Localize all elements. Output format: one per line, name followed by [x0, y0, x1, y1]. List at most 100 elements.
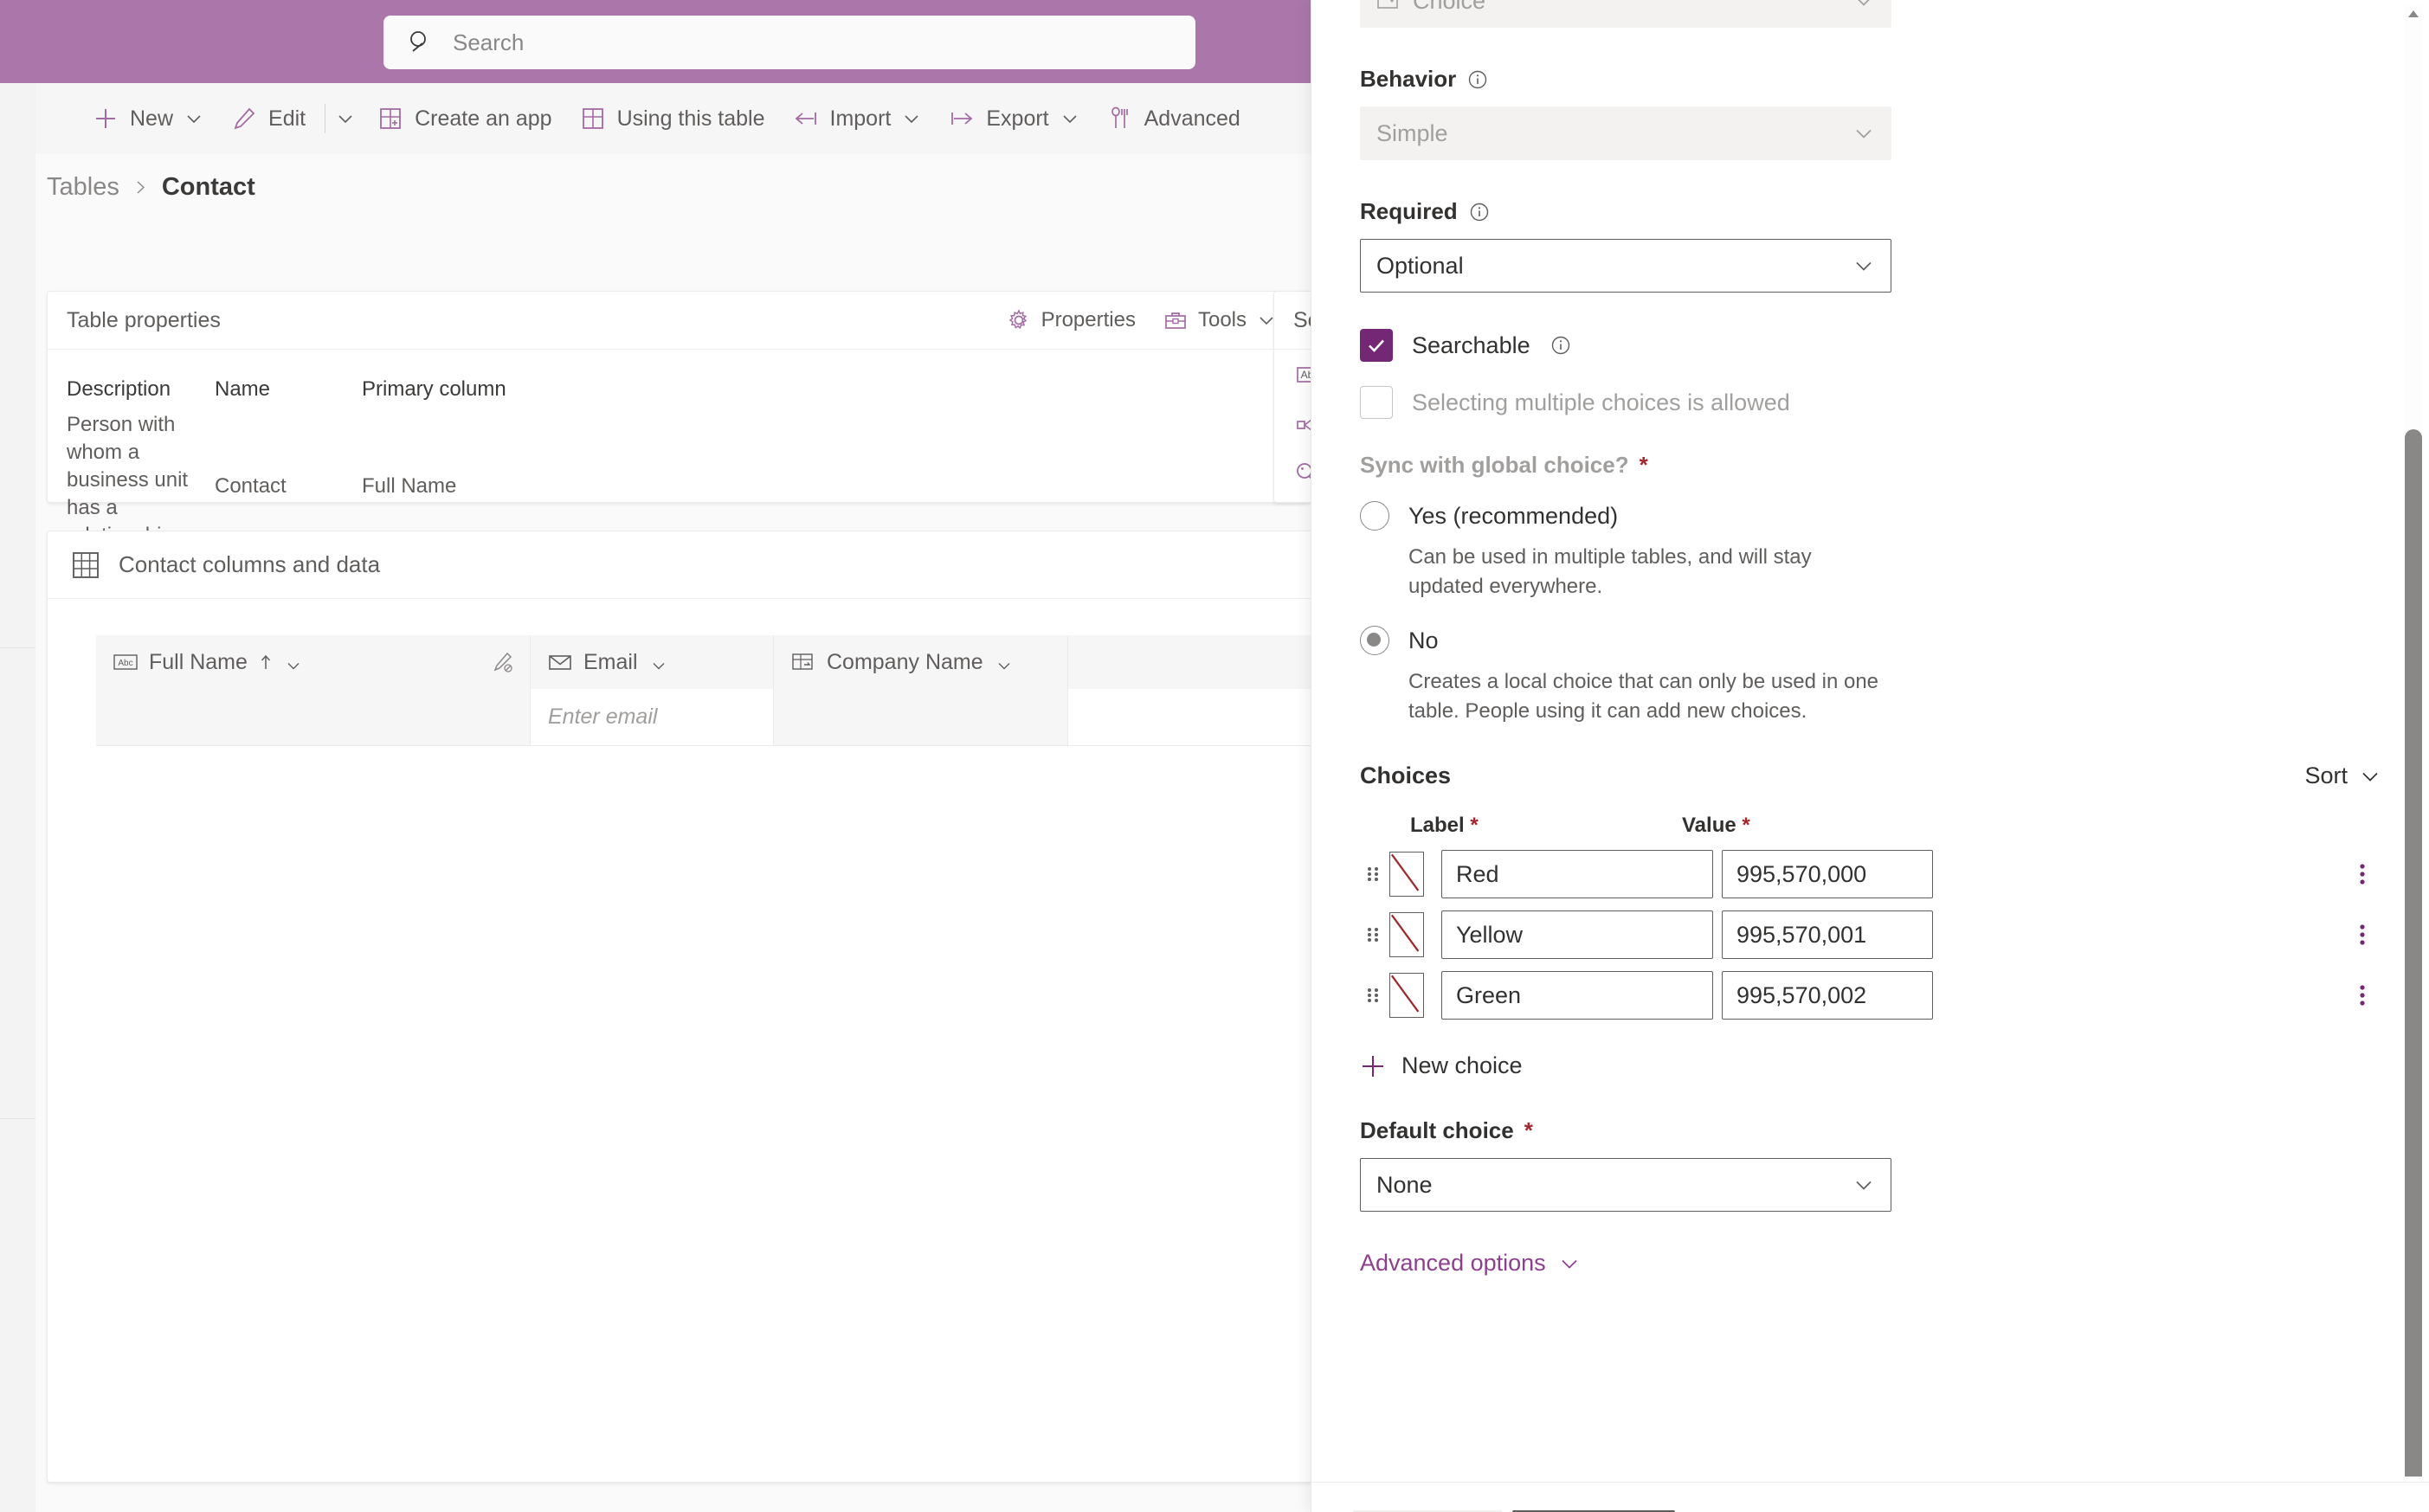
color-swatch-none-icon[interactable]: [1389, 973, 1424, 1019]
choice-more-options-icon[interactable]: [2343, 916, 2381, 954]
sync-global-choice-label: Sync with global choice? *: [1360, 452, 2381, 479]
schema-row-columns[interactable]: Abc: [1274, 350, 1311, 400]
chevron-down-icon: [184, 109, 203, 128]
cell-company-name[interactable]: [774, 689, 1068, 746]
prop-header-description: Description: [67, 377, 171, 401]
column-header-email[interactable]: Email: [531, 635, 774, 689]
rail-divider: [0, 647, 35, 648]
panel-scrollbar[interactable]: [2405, 5, 2422, 1477]
command-using-this-table[interactable]: Using this table: [566, 94, 779, 143]
app-header: Search: [0, 0, 1311, 83]
tools-button[interactable]: Tools: [1151, 299, 1288, 341]
choices-label-header-text: Label: [1410, 814, 1465, 838]
choice-value-input[interactable]: 995,570,001: [1722, 910, 1933, 960]
table-row[interactable]: Enter email: [96, 689, 1311, 746]
cell-email[interactable]: Enter email: [531, 689, 774, 746]
schema-card: Schema Abc: [1273, 291, 1311, 503]
choices-title: Choices: [1360, 762, 1452, 789]
command-advanced[interactable]: Advanced: [1093, 94, 1254, 143]
choice-value-input[interactable]: 995,570,000: [1722, 850, 1933, 899]
column-header-full-name[interactable]: Abc Full Name: [96, 635, 531, 689]
sort-button[interactable]: Sort: [2304, 762, 2381, 789]
data-type-select[interactable]: Choice: [1360, 0, 1891, 28]
table-properties-card: Table properties Properties Tools Name P…: [47, 291, 1308, 692]
choice-dropdown-icon: [1376, 0, 1401, 12]
info-icon[interactable]: [1550, 334, 1572, 357]
relationships-icon: [1295, 410, 1311, 440]
app-grid-icon: [377, 106, 403, 132]
left-nav-rail[interactable]: [0, 83, 35, 1512]
column-header-extra[interactable]: [1068, 635, 1311, 689]
tools-advanced-icon: [1107, 106, 1133, 132]
plus-icon: [1360, 1053, 1386, 1079]
command-label: New: [130, 106, 174, 131]
chevron-down-icon: [1852, 1174, 1875, 1196]
radio-no[interactable]: [1360, 626, 1389, 656]
choice-label-input[interactable]: Red: [1441, 850, 1713, 899]
color-swatch-none-icon[interactable]: [1389, 912, 1424, 958]
prop-header-primary-column: Primary column: [362, 377, 506, 401]
command-new[interactable]: New: [79, 94, 217, 143]
command-edit-caret[interactable]: [331, 94, 364, 143]
command-import[interactable]: Import: [779, 94, 936, 143]
sync-global-option-no[interactable]: No: [1360, 626, 2381, 656]
drag-handle-icon[interactable]: [1360, 978, 1386, 1013]
advanced-options-toggle[interactable]: Advanced options: [1360, 1250, 2381, 1277]
column-header-label: Company Name: [827, 649, 983, 674]
choice-more-options-icon[interactable]: [2343, 976, 2381, 1014]
radio-yes[interactable]: [1360, 501, 1389, 531]
svg-text:Abc: Abc: [118, 659, 132, 668]
choice-more-options-icon[interactable]: [2343, 855, 2381, 893]
properties-button[interactable]: Properties: [995, 299, 1148, 341]
info-icon[interactable]: [1468, 201, 1491, 223]
command-edit[interactable]: Edit: [217, 94, 319, 143]
edit-column-icon[interactable]: [492, 651, 514, 673]
default-choice-value: None: [1376, 1171, 1433, 1198]
command-label: Export: [986, 106, 1049, 131]
data-grid: Abc Full Name Email Company Name Enter e…: [96, 635, 1311, 746]
properties-button-label: Properties: [1041, 308, 1136, 331]
choices-value-header-text: Value: [1682, 814, 1736, 838]
choice-value-input[interactable]: 995,570,002: [1722, 971, 1933, 1020]
search-input[interactable]: Search: [383, 16, 1195, 69]
choice-label-input[interactable]: Yellow: [1441, 910, 1713, 960]
multi-select-checkbox-row: Selecting multiple choices is allowed: [1360, 386, 2381, 419]
default-choice-select[interactable]: None: [1360, 1158, 1891, 1213]
scroll-up-arrow-icon[interactable]: [2407, 7, 2419, 17]
chevron-down-icon: [1852, 254, 1875, 277]
chevron-down-icon: [902, 109, 921, 128]
command-bar: New Edit Create an app Using this table …: [35, 83, 1311, 154]
svg-text:Abc: Abc: [1301, 369, 1311, 381]
panel-body: Choice Behavior Simple Required Optional…: [1311, 0, 2429, 1277]
scrollbar-thumb[interactable]: [2405, 429, 2422, 1477]
sync-global-option-yes[interactable]: Yes (recommended): [1360, 501, 2381, 531]
info-icon[interactable]: [1466, 68, 1489, 91]
chevron-right-icon: [133, 180, 148, 195]
schema-row-keys[interactable]: [1274, 450, 1311, 500]
required-select[interactable]: Optional: [1360, 239, 1891, 293]
command-create-an-app[interactable]: Create an app: [364, 94, 565, 143]
color-swatch-none-icon[interactable]: [1389, 852, 1424, 898]
schema-row-relationships[interactable]: [1274, 400, 1311, 450]
searchable-checkbox-row[interactable]: Searchable: [1360, 329, 2381, 362]
new-choice-button[interactable]: New choice: [1360, 1052, 2381, 1079]
drag-handle-icon[interactable]: [1360, 857, 1386, 891]
cell-extra[interactable]: [1068, 689, 1311, 746]
choice-label-input[interactable]: Green: [1441, 971, 1713, 1020]
command-export[interactable]: Export: [935, 94, 1092, 143]
card-title: Table properties: [67, 307, 221, 332]
column-header-company-name[interactable]: Company Name: [774, 635, 1068, 689]
default-choice-label: Default choice *: [1360, 1117, 2381, 1144]
cell-full-name[interactable]: [96, 689, 531, 746]
key-icon: [1295, 460, 1311, 490]
searchable-checkbox[interactable]: [1360, 329, 1393, 362]
command-label: Advanced: [1144, 106, 1240, 131]
required-label-text: Required: [1360, 198, 1458, 224]
tools-button-label: Tools: [1197, 308, 1247, 331]
behavior-select[interactable]: Simple: [1360, 106, 1891, 160]
pencil-icon: [231, 106, 257, 132]
drag-handle-icon[interactable]: [1360, 917, 1386, 952]
required-asterisk: *: [1524, 1117, 1533, 1144]
choice-row: Green 995,570,002: [1360, 971, 2381, 1020]
breadcrumb-tables[interactable]: Tables: [47, 173, 119, 202]
